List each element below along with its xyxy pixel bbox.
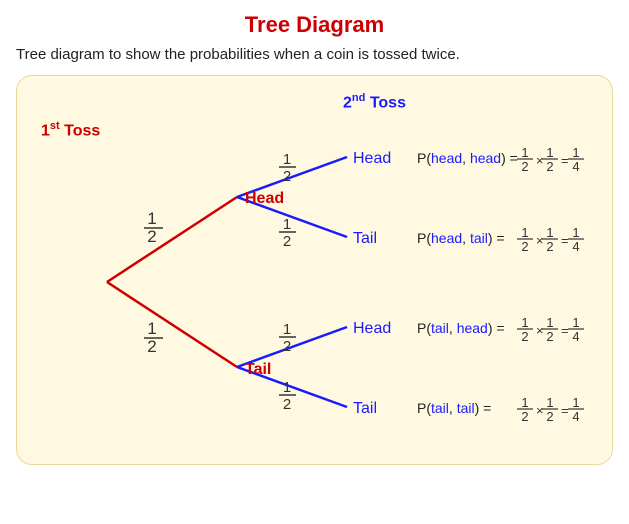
svg-text:1: 1: [572, 225, 579, 240]
svg-text:2: 2: [147, 227, 156, 246]
svg-text:2: 2: [283, 396, 291, 413]
svg-text:=: =: [561, 403, 569, 418]
svg-text:4: 4: [572, 409, 579, 424]
svg-text:Head: Head: [353, 150, 391, 167]
svg-text:P(tail, head) =: P(tail, head) =: [417, 320, 505, 336]
svg-text:1: 1: [147, 319, 156, 338]
svg-text:P(head, head) =: P(head, head) =: [417, 150, 518, 166]
svg-text:=: =: [561, 323, 569, 338]
svg-text:1: 1: [546, 395, 553, 410]
svg-text:4: 4: [572, 159, 579, 174]
svg-text:P(head, tail) =: P(head, tail) =: [417, 230, 505, 246]
svg-text:=: =: [561, 233, 569, 248]
svg-text:2: 2: [521, 409, 528, 424]
svg-text:1: 1: [283, 216, 291, 233]
svg-text:4: 4: [572, 329, 579, 344]
svg-text:2: 2: [283, 233, 291, 250]
svg-text:Head: Head: [353, 320, 391, 337]
svg-text:Tail: Tail: [353, 230, 377, 247]
svg-text:1: 1: [546, 225, 553, 240]
svg-text:Head: Head: [245, 190, 284, 207]
second-toss-label: 2nd Toss: [149, 92, 600, 112]
diagram-container: 2nd Toss 1st Toss 1 2: [16, 75, 613, 465]
svg-text:Tail: Tail: [353, 400, 377, 417]
svg-text:2: 2: [147, 337, 156, 356]
svg-text:1: 1: [546, 145, 553, 160]
svg-text:1: 1: [283, 151, 291, 168]
svg-text:1: 1: [283, 379, 291, 396]
svg-text:×: ×: [536, 233, 544, 248]
svg-text:2: 2: [521, 329, 528, 344]
page-title: Tree Diagram: [16, 12, 613, 38]
svg-text:2: 2: [283, 168, 291, 185]
svg-text:1: 1: [572, 395, 579, 410]
svg-text:2: 2: [283, 338, 291, 355]
subtitle: Tree diagram to show the probabilities w…: [16, 46, 613, 63]
svg-text:1: 1: [521, 395, 528, 410]
svg-text:2: 2: [546, 239, 553, 254]
svg-text:=: =: [561, 153, 569, 168]
svg-text:×: ×: [536, 403, 544, 418]
svg-text:1: 1: [546, 315, 553, 330]
svg-text:×: ×: [536, 153, 544, 168]
svg-text:1: 1: [572, 145, 579, 160]
svg-text:1: 1: [572, 315, 579, 330]
svg-text:2: 2: [521, 159, 528, 174]
tree-diagram: 1 2 1 2 Head Tail 1 2 1 2 1: [27, 112, 607, 452]
svg-text:4: 4: [572, 239, 579, 254]
svg-text:2: 2: [546, 409, 553, 424]
svg-text:1: 1: [521, 145, 528, 160]
svg-text:1: 1: [521, 225, 528, 240]
svg-text:1: 1: [521, 315, 528, 330]
svg-text:2: 2: [546, 329, 553, 344]
svg-text:P(tail, tail) =: P(tail, tail) =: [417, 400, 491, 416]
svg-text:2: 2: [521, 239, 528, 254]
svg-text:×: ×: [536, 323, 544, 338]
svg-text:1: 1: [283, 321, 291, 338]
svg-text:1: 1: [147, 209, 156, 228]
svg-text:Tail: Tail: [245, 361, 271, 378]
page: Tree Diagram Tree diagram to show the pr…: [0, 0, 629, 524]
svg-text:2: 2: [546, 159, 553, 174]
